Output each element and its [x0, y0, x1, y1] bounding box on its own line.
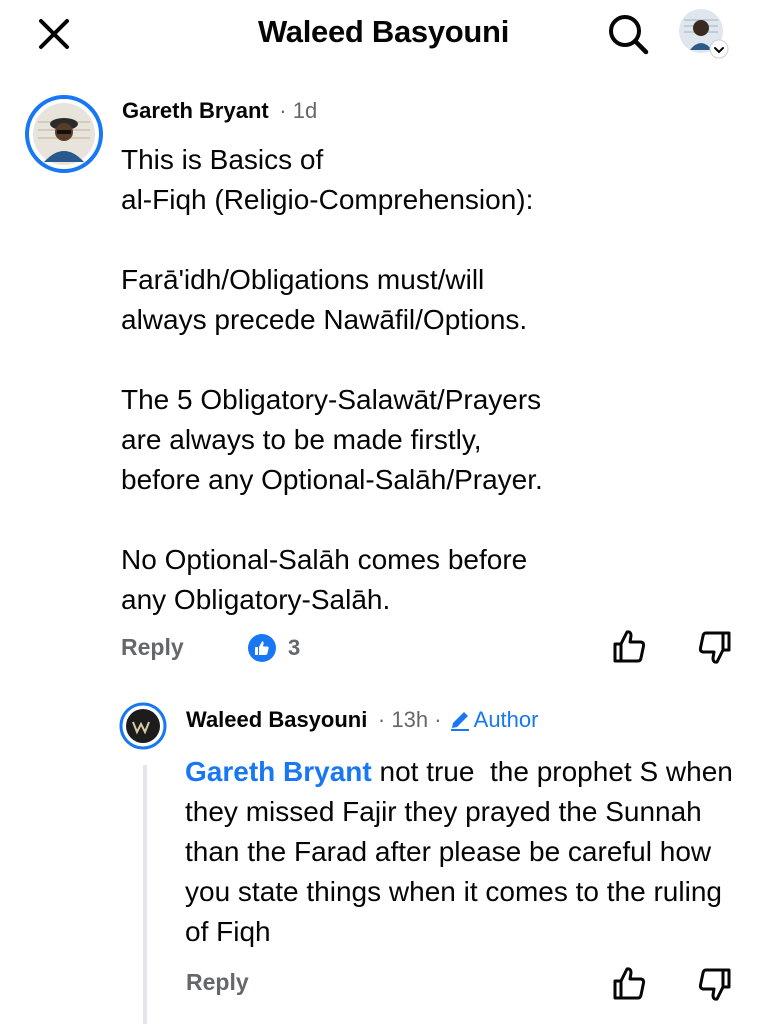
- author-badge: Author: [448, 707, 539, 733]
- thumbs-up-icon: [613, 967, 646, 1000]
- comment-header: Gareth Bryant · 1d: [122, 98, 317, 124]
- comment-body: Gareth Bryant not true the prophet S whe…: [185, 752, 745, 952]
- avatar[interactable]: [24, 94, 104, 174]
- avatar: [679, 9, 729, 59]
- thumbs-down-icon: [698, 631, 731, 664]
- comment-author[interactable]: Gareth Bryant: [122, 98, 269, 123]
- downvote-button[interactable]: [696, 965, 734, 1003]
- upvote-button[interactable]: [610, 628, 648, 666]
- search-button[interactable]: [604, 10, 652, 58]
- comment-paragraph: This is Basics of al-Fiqh (Religio-Compr…: [121, 144, 534, 215]
- like-icon: [255, 641, 269, 655]
- comment-paragraph: No Optional-Salāh comes before any Oblig…: [121, 544, 528, 615]
- comment-paragraph: Farā'idh/Obligations must/will always pr…: [121, 264, 528, 335]
- search-icon: [609, 15, 649, 55]
- comment-paragraph: The 5 Obligatory-Salawāt/Prayers are alw…: [121, 384, 543, 495]
- thumbs-up-icon: [613, 630, 646, 663]
- meta-separator: ·: [428, 707, 448, 732]
- reply-button[interactable]: Reply: [121, 634, 184, 661]
- comment-header: Waleed Basyouni · 13h · Author: [186, 707, 538, 733]
- downvote-button[interactable]: [696, 628, 734, 666]
- thumbs-down-icon: [698, 968, 731, 1001]
- comment-author[interactable]: Waleed Basyouni: [186, 707, 367, 732]
- pencil-icon: [450, 712, 469, 731]
- mention-link[interactable]: Gareth Bryant: [185, 756, 372, 787]
- reaction-count[interactable]: 3: [288, 635, 300, 661]
- avatar[interactable]: [119, 702, 167, 750]
- upvote-button[interactable]: [610, 965, 648, 1003]
- thread-connector-line: [143, 765, 147, 1024]
- comment-body: This is Basics of al-Fiqh (Religio-Compr…: [121, 140, 681, 620]
- like-reaction-badge[interactable]: [248, 634, 276, 662]
- meta-separator: ·: [371, 707, 392, 732]
- reply-button[interactable]: Reply: [186, 969, 249, 996]
- author-badge-label: Author: [473, 707, 539, 732]
- comment-time[interactable]: 13h: [391, 707, 428, 732]
- comment-time[interactable]: 1d: [293, 98, 317, 123]
- meta-separator: ·: [273, 98, 293, 123]
- profile-avatar-button[interactable]: [676, 6, 730, 60]
